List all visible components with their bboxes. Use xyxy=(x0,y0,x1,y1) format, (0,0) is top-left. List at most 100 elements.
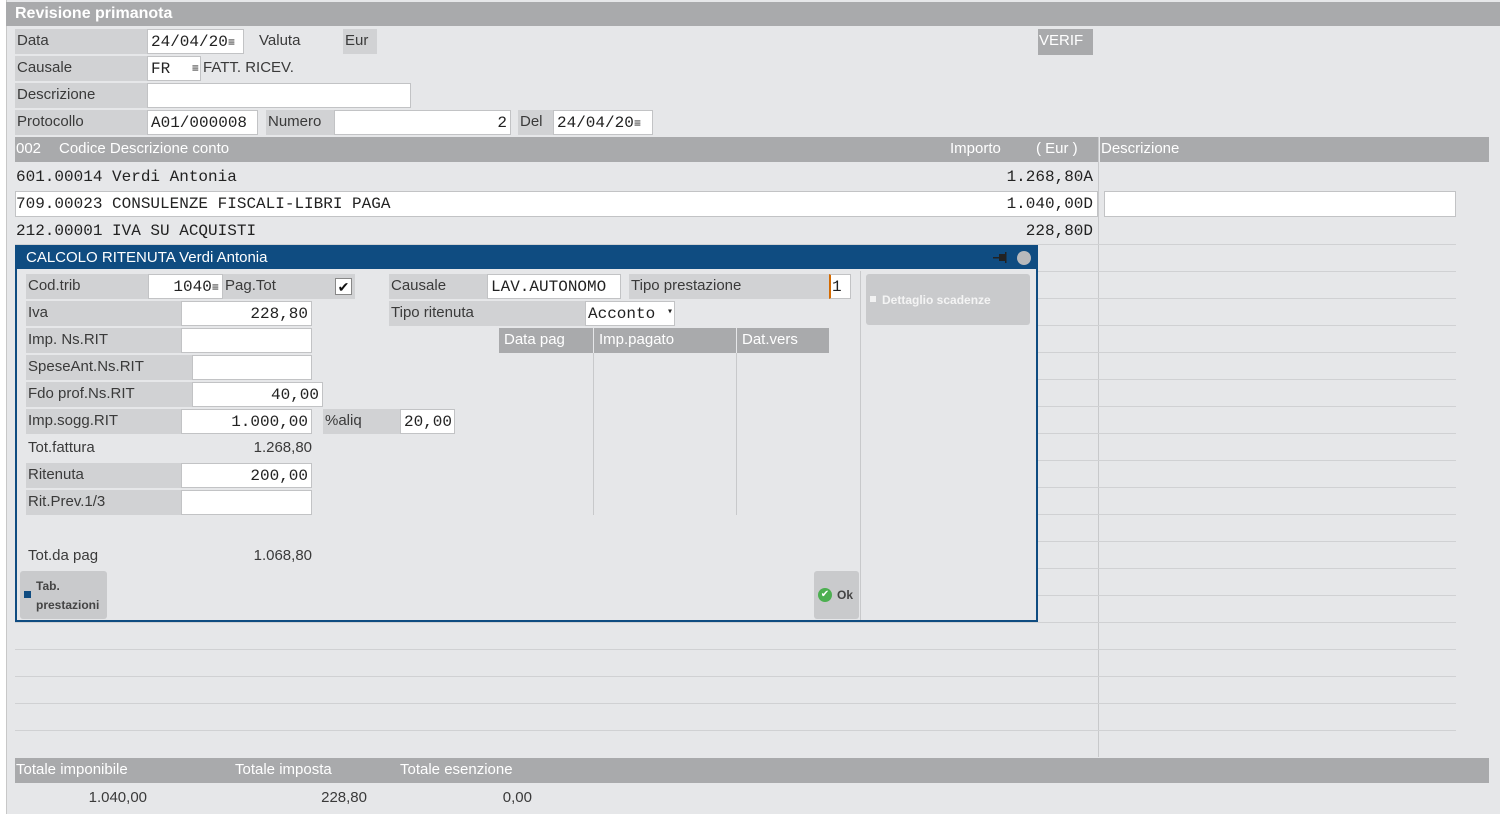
descrizione-field[interactable] xyxy=(147,83,411,108)
grid-col-conto: Codice Descrizione conto xyxy=(59,140,230,157)
imp-ns-rit-label: Imp. Ns.RIT xyxy=(26,328,181,353)
protocollo-label: Protocollo xyxy=(15,110,147,135)
totals-header: Totale imponibile Totale imposta Totale … xyxy=(15,758,1489,783)
circle-icon[interactable] xyxy=(1017,251,1031,265)
dettaglio-scadenze-label: Dettaglio scadenze xyxy=(882,293,991,307)
verif-button[interactable]: VERIF xyxy=(1038,29,1093,55)
grid-col-descrizione: Descrizione xyxy=(1100,137,1489,162)
tot-fattura-label: Tot.fattura xyxy=(28,439,95,456)
tot-da-pag-label: Tot.da pag xyxy=(28,547,99,564)
del-field[interactable]: 24/04/20≡ xyxy=(553,110,653,135)
causale-description: FATT. RICEV. xyxy=(203,59,294,76)
calcolo-ritenuta-dialog: CALCOLO RITENUTA Verdi Antonia Cod.trib … xyxy=(15,245,1038,622)
grid-row-line xyxy=(15,676,1456,677)
totale-imponibile-label: Totale imponibile xyxy=(16,761,128,778)
col-data-pag: Data pag xyxy=(499,328,593,353)
grid-row-line xyxy=(15,622,1456,623)
imp-sogg-field[interactable]: 1.000,00 xyxy=(181,409,312,434)
aliq-field[interactable]: 20,00 xyxy=(400,409,455,434)
table-row[interactable]: 212.00001 IVA SU ACQUISTI 228,80D xyxy=(15,218,1098,244)
column-divider xyxy=(593,353,594,515)
tipo-ritenuta-select[interactable]: Acconto ▾ xyxy=(585,301,675,326)
row-conto: 709.00023 CONSULENZE FISCALI-LIBRI PAGA xyxy=(16,195,391,213)
cod-trib-label: Cod.trib xyxy=(26,274,148,299)
pag-tot-checkbox[interactable]: ✔ xyxy=(335,278,352,295)
fdo-prof-label: Fdo prof.Ns.RIT xyxy=(26,382,192,407)
rit-prev-label: Rit.Prev.1/3 xyxy=(26,490,181,515)
fdo-prof-field[interactable]: 40,00 xyxy=(192,382,323,407)
data-field[interactable]: 24/04/20≡ xyxy=(147,29,244,54)
descrizione-label: Descrizione xyxy=(15,83,147,108)
grid-column-divider xyxy=(1098,137,1099,757)
tipo-ritenuta-value: Acconto xyxy=(588,305,656,323)
row-conto: 212.00001 IVA SU ACQUISTI xyxy=(16,222,257,240)
causale-code-field[interactable]: FR ≡ xyxy=(147,56,201,81)
totale-imposta-value: 228,80 xyxy=(321,789,367,806)
del-label: Del xyxy=(518,110,553,135)
row-importo: 1.268,80A xyxy=(1006,168,1093,186)
imp-sogg-label: Imp.sogg.RIT xyxy=(26,409,181,434)
tot-da-pag-value: 1.068,80 xyxy=(253,547,312,564)
iva-field[interactable]: 228,80 xyxy=(181,301,312,326)
iva-label: Iva xyxy=(26,301,181,326)
dialog-title: CALCOLO RITENUTA Verdi Antonia xyxy=(17,247,1036,269)
numero-label: Numero xyxy=(266,110,334,135)
aliq-label: %aliq xyxy=(323,409,400,434)
cod-trib-value: 1040 xyxy=(173,278,212,296)
row-descrizione-field[interactable] xyxy=(1104,191,1456,217)
col-dat-vers: Dat.vers xyxy=(737,328,829,353)
field-menu-icon[interactable]: ≡ xyxy=(212,281,219,295)
tipo-prestazione-label: Tipo prestazione xyxy=(629,274,830,299)
spese-ant-label: SpeseAnt.Ns.RIT xyxy=(26,355,192,380)
window-title: Revisione primanota xyxy=(6,2,1500,26)
causale-label: Causale xyxy=(15,56,147,81)
row-importo: 1.040,00D xyxy=(1006,195,1093,213)
ok-button[interactable]: ✔ Ok xyxy=(814,571,859,619)
totale-esenzione-value: 0,00 xyxy=(502,789,532,806)
tab-prestazioni-line2: prestazioni xyxy=(36,598,100,612)
field-menu-icon[interactable]: ≡ xyxy=(228,36,235,50)
causale-code-value: FR xyxy=(151,60,171,78)
totale-esenzione-label: Totale esenzione xyxy=(400,761,513,778)
grid-row-line xyxy=(15,703,1456,704)
spese-ant-field[interactable] xyxy=(192,355,312,380)
cod-trib-field[interactable]: 1040≡ xyxy=(148,274,223,299)
field-menu-icon[interactable]: ≡ xyxy=(634,117,641,131)
imp-ns-rit-field[interactable] xyxy=(181,328,312,353)
bullet-icon xyxy=(24,591,31,598)
tab-prestazioni-button[interactable]: Tab. prestazioni xyxy=(20,571,107,619)
protocollo-field[interactable]: A01/000008 xyxy=(147,110,258,135)
field-menu-icon[interactable]: ≡ xyxy=(192,62,199,76)
data-value: 24/04/20 xyxy=(151,33,228,51)
table-row[interactable]: 601.00014 Verdi Antonia 1.268,80A xyxy=(15,164,1098,190)
ritenuta-label: Ritenuta xyxy=(26,463,181,488)
grid-row-line xyxy=(15,649,1456,650)
causale-field[interactable]: LAV.AUTONOMO xyxy=(487,274,621,299)
col-imp-pagato: Imp.pagato xyxy=(594,328,736,353)
tipo-prestazione-field[interactable]: 1 xyxy=(829,274,851,299)
dettaglio-scadenze-button[interactable]: Dettaglio scadenze xyxy=(866,274,1030,325)
row-conto: 601.00014 Verdi Antonia xyxy=(16,168,237,186)
table-row-selected[interactable]: 709.00023 CONSULENZE FISCALI-LIBRI PAGA … xyxy=(15,191,1098,217)
causale-label: Causale xyxy=(389,274,489,299)
numero-field[interactable]: 2 xyxy=(334,110,511,135)
chevron-down-icon: ▾ xyxy=(666,307,673,318)
ok-label: Ok xyxy=(837,588,854,602)
pin-icon[interactable] xyxy=(991,251,1009,265)
column-divider xyxy=(736,353,737,515)
check-icon: ✔ xyxy=(818,588,832,602)
grid-header: 002 Codice Descrizione conto Importo ( E… xyxy=(15,137,1098,162)
data-label: Data xyxy=(15,29,147,54)
valuta-label: Valuta xyxy=(259,32,301,49)
grid-col-number: 002 xyxy=(16,140,42,157)
bullet-icon xyxy=(870,296,876,302)
grid-col-valuta: ( Eur ) xyxy=(1036,140,1078,157)
tipo-ritenuta-label: Tipo ritenuta xyxy=(389,301,585,326)
rit-prev-field[interactable] xyxy=(181,490,312,515)
dialog-divider xyxy=(860,271,861,620)
row-importo: 228,80D xyxy=(1025,222,1093,240)
totale-imponibile-value: 1.040,00 xyxy=(88,789,147,806)
totale-imposta-label: Totale imposta xyxy=(235,761,332,778)
del-value: 24/04/20 xyxy=(557,114,634,132)
ritenuta-field[interactable]: 200,00 xyxy=(181,463,312,488)
